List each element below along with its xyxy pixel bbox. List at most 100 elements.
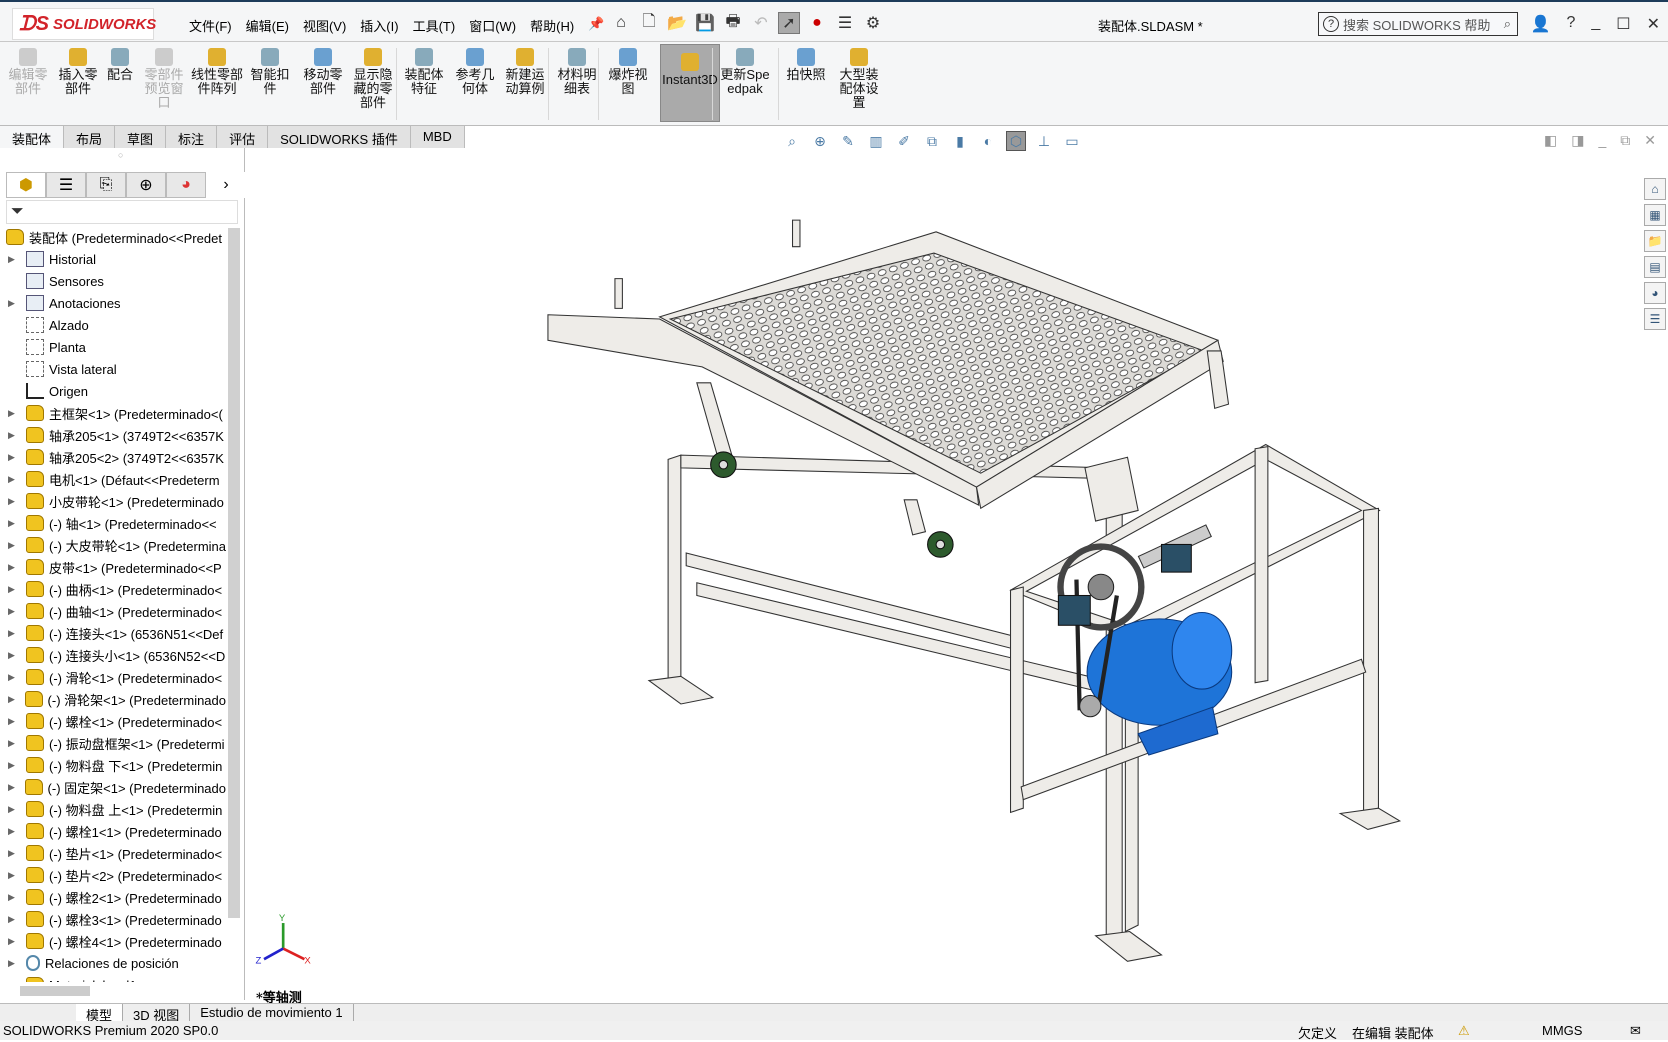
solidworks-resources-icon[interactable]: ⌂ [1644, 178, 1666, 200]
apply-scene-icon[interactable]: ⊥ [1034, 131, 1054, 151]
expand-arrow-icon[interactable]: ▶ [8, 430, 20, 441]
save-icon[interactable]: 💾 [694, 12, 716, 34]
previous-view-icon[interactable]: ✎ [838, 131, 858, 151]
feature-manager-tab-icon[interactable]: ⬢ [6, 172, 46, 198]
traffic-light-icon[interactable]: ● [806, 12, 828, 34]
tree-item[interactable]: ▶ (-) 滑轮架<1> (Predeterminado [0, 688, 226, 710]
viewport-close-icon[interactable]: ✕ [1644, 132, 1656, 149]
tab-3d-views[interactable]: 3D 视图 [123, 1004, 191, 1023]
expand-arrow-icon[interactable]: ▶ [8, 496, 20, 507]
edit-appearance-icon[interactable]: ⬡ [1006, 131, 1026, 151]
viewport-restore-icon[interactable]: ⧉ [1620, 132, 1630, 149]
expand-arrow-icon[interactable]: ▶ [8, 980, 20, 983]
ribbon-button[interactable]: 参考几何体 [452, 48, 498, 96]
dimxpert-tab-icon[interactable]: ⊕ [126, 172, 166, 198]
expand-arrow-icon[interactable]: ▶ [8, 738, 20, 749]
help-question-icon[interactable]: ? [1566, 14, 1575, 34]
tree-item[interactable]: ▶ (-) 连接头<1> (6536N51<<Def [0, 622, 226, 644]
expand-arrow-icon[interactable]: ▶ [8, 298, 20, 309]
display-manager-tab-icon[interactable]: ◕ [166, 172, 206, 198]
help-search-input[interactable]: ? 搜索 SOLIDWORKS 帮助 ⌕ [1318, 12, 1518, 36]
property-manager-tab-icon[interactable]: ☰ [46, 172, 86, 198]
tree-item[interactable]: ▶ (-) 垫片<2> (Predeterminado< [0, 864, 226, 886]
ribbon-button[interactable]: 智能扣件 [248, 48, 292, 96]
tree-item[interactable]: ▶ 主框架<1> (Predeterminado<( [0, 402, 226, 424]
tree-item[interactable]: ▶ (-) 滑轮<1> (Predeterminado< [0, 666, 226, 688]
tree-item[interactable]: ▶ (-) 螺栓2<1> (Predeterminado [0, 886, 226, 908]
ribbon-button[interactable]: 新建运动算例 [502, 48, 548, 96]
panel-grip[interactable]: ○ [118, 150, 123, 160]
configuration-manager-tab-icon[interactable]: ⎘ [86, 172, 126, 198]
tree-item[interactable]: Vista lateral [0, 358, 226, 380]
ribbon-button[interactable]: 编辑零部件 [6, 48, 50, 96]
view-orientation-icon[interactable]: ⧉ [922, 131, 942, 151]
user-icon[interactable]: 👤 [1531, 14, 1551, 34]
expand-arrow-icon[interactable]: ▶ [8, 672, 20, 683]
prev-panel-icon[interactable]: ◧ [1544, 132, 1557, 149]
tab-model[interactable]: 模型 [76, 1004, 124, 1023]
tree-item[interactable]: ▶ 轴承205<1> (3749T2<<6357K [0, 424, 226, 446]
assembly-3d-model[interactable]: Y X Z [0, 0, 1668, 1040]
ribbon-button[interactable]: 零部件预览窗口 [140, 48, 188, 110]
maximize-button[interactable]: ☐ [1616, 14, 1630, 34]
ribbon-button[interactable]: 显示隐藏的零部件 [350, 48, 396, 110]
options-list-icon[interactable]: ☰ [834, 12, 856, 34]
tree-root-assembly[interactable]: 装配体 (Predeterminado<<Predet [0, 226, 226, 248]
expand-arrow-icon[interactable]: ▶ [8, 562, 20, 573]
command-tab[interactable]: 装配体 [0, 126, 65, 148]
home-icon[interactable]: ⌂ [610, 12, 632, 34]
next-panel-icon[interactable]: ◨ [1571, 132, 1584, 149]
tree-item[interactable]: ▶ (-) 螺栓<1> (Predeterminado< [0, 710, 226, 732]
tree-item[interactable]: ▶ (-) 振动盘框架<1> (Predetermi [0, 732, 226, 754]
display-style-icon[interactable]: ▮ [950, 131, 970, 151]
tree-item[interactable]: ▶ (-) 轴<1> (Predeterminado<< [0, 512, 226, 534]
ribbon-button[interactable]: 移动零部件 [298, 48, 348, 96]
tree-item[interactable]: ▶ Historial [0, 248, 226, 270]
command-tab[interactable]: 草图 [115, 126, 167, 148]
tree-item[interactable]: ▶ Material_local1 [0, 974, 226, 982]
tab-motion-study[interactable]: Estudio de movimiento 1 [190, 1004, 354, 1021]
viewport-minimize-icon[interactable]: _ [1598, 132, 1606, 149]
command-tab[interactable]: 布局 [64, 126, 116, 148]
expand-arrow-icon[interactable]: ▶ [8, 760, 20, 771]
view-settings-icon[interactable]: ▭ [1062, 131, 1082, 151]
menu-view[interactable]: 视图(V) [296, 16, 353, 35]
expand-arrow-icon[interactable]: ▶ [8, 694, 19, 705]
pin-icon[interactable]: 📌 [581, 16, 611, 35]
tree-item[interactable]: ▶ (-) 垫片<1> (Predeterminado< [0, 842, 226, 864]
tree-item[interactable]: ▶ (-) 螺栓3<1> (Predeterminado [0, 908, 226, 930]
expand-arrow-icon[interactable]: ▶ [8, 408, 20, 419]
menu-help[interactable]: 帮助(H) [523, 16, 581, 35]
command-tab[interactable]: SOLIDWORKS 插件 [268, 126, 411, 148]
expand-arrow-icon[interactable]: ▶ [8, 518, 20, 529]
file-explorer-icon[interactable]: 📁 [1644, 230, 1666, 252]
minimize-button[interactable]: _ [1591, 14, 1600, 34]
tree-item[interactable]: ▶ (-) 物料盘 上<1> (Predetermin [0, 798, 226, 820]
tree-vertical-scrollbar[interactable] [228, 228, 240, 918]
new-document-icon[interactable]: 🗋 [638, 12, 660, 34]
message-icon[interactable]: ✉ [1630, 1023, 1641, 1039]
expand-arrow-icon[interactable]: ▶ [8, 474, 20, 485]
expand-arrow-icon[interactable]: ▶ [8, 716, 20, 727]
hide-show-icon[interactable]: ◐ [978, 131, 998, 151]
ribbon-button[interactable]: Instant3D [660, 44, 720, 122]
expand-arrow-icon[interactable]: ▶ [8, 848, 20, 859]
tree-item[interactable]: ▶ (-) 螺栓4<1> (Predeterminado [0, 930, 226, 952]
solidworks-logo[interactable]: ᗪS SOLIDWORKS [12, 8, 156, 40]
zoom-to-fit-icon[interactable]: ⌕ [782, 131, 802, 151]
tree-item[interactable]: ▶ Relaciones de posición [0, 952, 226, 974]
menu-edit[interactable]: 编辑(E) [239, 16, 296, 35]
expand-arrow-icon[interactable]: ▶ [8, 606, 20, 617]
ribbon-button[interactable]: 插入零部件 [54, 48, 102, 96]
ribbon-button[interactable]: 线性零部件阵列 [188, 48, 246, 96]
tree-item[interactable]: Alzado [0, 314, 226, 336]
expand-arrow-icon[interactable]: ▶ [8, 452, 20, 463]
custom-properties-icon[interactable]: ☰ [1644, 308, 1666, 330]
tree-item[interactable]: ▶ (-) 大皮带轮<1> (Predetermina [0, 534, 226, 556]
tree-item[interactable]: ▶ (-) 固定架<1> (Predeterminado [0, 776, 226, 798]
tree-item[interactable]: Sensores [0, 270, 226, 292]
menu-tools[interactable]: 工具(T) [406, 16, 463, 35]
tree-item[interactable]: ▶ 皮带<1> (Predeterminado<<P [0, 556, 226, 578]
units-selector[interactable]: MMGS [1542, 1023, 1582, 1038]
expand-arrow-icon[interactable]: ▶ [8, 540, 20, 551]
